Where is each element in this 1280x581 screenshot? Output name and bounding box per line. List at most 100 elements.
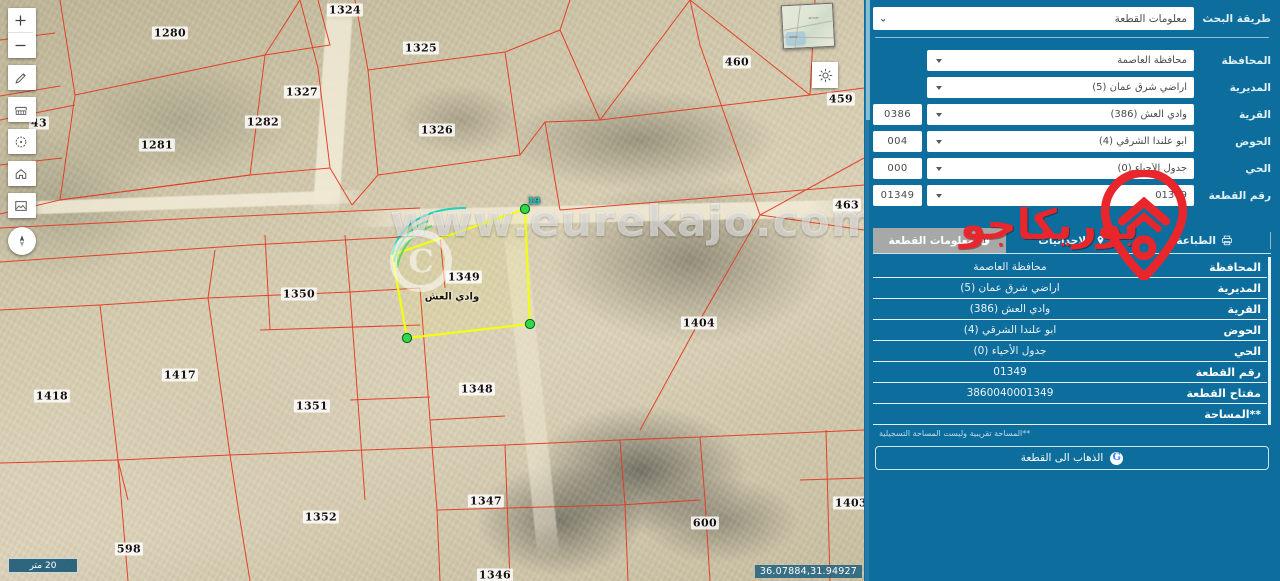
minimap-place-label: Amman: [808, 16, 819, 20]
form-row[interactable]: الحي جدول الأحياء (0) 000: [873, 158, 1271, 179]
goto-parcel-button[interactable]: G الذهاب الى القطعة: [875, 446, 1269, 470]
form-row[interactable]: الحوض ابو علندا الشرقي (4) 004: [873, 131, 1271, 152]
image-icon[interactable]: [8, 193, 33, 218]
form-field-label: القرية: [1239, 108, 1271, 121]
form-field-select[interactable]: اراضي شرق عمان (5): [927, 77, 1194, 98]
info-table-row: المديرية اراضي شرق عمان (5): [873, 278, 1267, 299]
panel-scrollbar-track[interactable]: [865, 0, 870, 581]
parcel-number-label: 1346: [476, 568, 514, 581]
info-row-value: وادي العش (386): [969, 303, 1051, 315]
form-field-code-input[interactable]: 004: [873, 131, 922, 152]
parcel-number-label: 463: [832, 198, 862, 212]
search-method-label: طريقة البحث: [1202, 12, 1271, 25]
selected-parcel-label: 1349: [445, 270, 483, 284]
form-field-label: رقم القطعة: [1208, 189, 1271, 202]
form-field-label: الحوض: [1235, 135, 1271, 148]
parcel-number-label: 1403: [832, 496, 864, 510]
tab-parcel-info[interactable]: i معلومات القطعة: [873, 228, 1006, 253]
form-field-select[interactable]: ابو علندا الشرقي (4): [927, 131, 1194, 152]
info-row-key: الحي: [1234, 344, 1261, 358]
parcel-number-label: 1325: [402, 41, 440, 55]
compass-icon[interactable]: [8, 129, 33, 154]
info-row-key: مفتاح القطعة: [1186, 386, 1261, 400]
svg-text:i: i: [983, 236, 986, 245]
search-method-value: معلومات القطعة: [1114, 12, 1187, 25]
info-row-value: 3860040001349: [966, 387, 1054, 399]
map-canvas[interactable]: 1324 1280 1325 1327 460 459 1282 1326 43 1281 463 1…: [0, 0, 864, 581]
chevron-down-icon: [936, 112, 942, 117]
info-row-key: الحوض: [1223, 323, 1261, 337]
info-row-value: اراضي شرق عمان (5): [960, 282, 1060, 294]
info-row-key: رقم القطعة: [1195, 365, 1261, 379]
form-field-value: وادي العش (386): [1110, 109, 1187, 120]
overview-minimap[interactable]: Amman Sahab: [780, 2, 836, 50]
search-method-row[interactable]: طريقة البحث معلومات القطعة ⌄: [873, 7, 1271, 30]
pin-icon: [1095, 235, 1106, 246]
info-table-row: الحوض ابو علندا الشرقي (4): [873, 320, 1267, 341]
ruler-icon[interactable]: [8, 97, 33, 122]
home-tool-group[interactable]: [8, 161, 36, 186]
info-row-value: جدول الأحياء (0): [973, 345, 1047, 357]
parcel-number-label: 1351: [293, 399, 331, 413]
zoom-in-button[interactable]: [8, 8, 33, 33]
parcel-number-label: 1282: [244, 115, 282, 129]
parcel-number-label: 1352: [302, 510, 340, 524]
selected-parcel-name-label: وادي العش: [424, 291, 480, 303]
info-table-row: مفتاح القطعة 3860040001349: [873, 383, 1267, 404]
form-row[interactable]: المحافظة محافظة العاصمة: [873, 50, 1271, 71]
tab-label: الطباعة: [1176, 234, 1216, 247]
form-field-code-input[interactable]: 01349: [873, 185, 922, 206]
chevron-down-icon: [936, 139, 942, 144]
tab-label: الإحداثيات: [1038, 234, 1090, 247]
parcel-number-label: 1418: [33, 389, 71, 403]
measure-tool-group[interactable]: [8, 97, 36, 122]
parcel-number-label: 1326: [418, 123, 456, 137]
tab-print[interactable]: الطباعة: [1138, 228, 1271, 253]
form-field-select[interactable]: محافظة العاصمة: [927, 50, 1194, 71]
parcel-number-label: 598: [114, 542, 144, 556]
north-arrow-icon[interactable]: [8, 227, 36, 255]
panel-scrollbar-thumb[interactable]: [866, 0, 870, 120]
form-field-select[interactable]: جدول الأحياء (0): [927, 158, 1194, 179]
parcel-number-label: 1280: [151, 26, 189, 40]
result-tabs[interactable]: i معلومات القطعة الإحداثيات الطباعة: [873, 228, 1271, 254]
form-field-code-input[interactable]: 000: [873, 158, 922, 179]
form-row[interactable]: المديرية اراضي شرق عمان (5): [873, 77, 1271, 98]
panel-divider: [875, 37, 1269, 38]
form-field-label: المحافظة: [1221, 54, 1271, 67]
parcel-number-label: 1404: [680, 316, 718, 330]
map-toolbar[interactable]: [8, 8, 36, 255]
chevron-down-icon: [936, 58, 942, 63]
brightness-icon[interactable]: [812, 62, 838, 88]
info-row-key: **المساحة: [1204, 407, 1261, 421]
form-field-select[interactable]: 01349: [927, 185, 1194, 206]
search-side-panel[interactable]: طريقة البحث معلومات القطعة ⌄ المحافظة محا…: [864, 0, 1280, 581]
info-table-row: رقم القطعة 01349: [873, 362, 1267, 383]
basemap-tool-group[interactable]: [8, 193, 36, 218]
info-icon: i: [979, 235, 990, 246]
chevron-down-icon: [936, 193, 942, 198]
zoom-out-button[interactable]: [8, 33, 33, 58]
tab-coordinates[interactable]: الإحداثيات: [1006, 228, 1139, 253]
search-method-select[interactable]: معلومات القطعة ⌄: [873, 7, 1194, 30]
form-row[interactable]: القرية وادي العش (386) 0386: [873, 104, 1271, 125]
parcel-boundaries-layer: [0, 0, 864, 581]
pencil-icon[interactable]: [8, 65, 33, 90]
chevron-down-icon: ⌄: [879, 13, 888, 24]
locate-tool-group[interactable]: [8, 129, 36, 154]
parcel-number-label: 459: [826, 92, 856, 106]
home-icon[interactable]: [8, 161, 33, 186]
goto-parcel-label: الذهاب الى القطعة: [1020, 452, 1104, 464]
parcel-number-label: 1417: [161, 368, 199, 382]
parcel-search-form[interactable]: المحافظة محافظة العاصمة المديرية اراضي شرق …: [873, 50, 1271, 206]
form-field-value: محافظة العاصمة: [1117, 55, 1187, 66]
form-field-label: المديرية: [1229, 81, 1271, 94]
form-field-code-input[interactable]: 0386: [873, 104, 922, 125]
info-table-row: القرية وادي العش (386): [873, 299, 1267, 320]
zoom-controls[interactable]: [8, 8, 36, 58]
draw-tool-group[interactable]: [8, 65, 36, 90]
form-row[interactable]: رقم القطعة 01349 01349: [873, 185, 1271, 206]
form-field-select[interactable]: وادي العش (386): [927, 104, 1194, 125]
info-row-value: 01349: [993, 366, 1027, 378]
parcel-number-label: 1347: [467, 494, 505, 508]
